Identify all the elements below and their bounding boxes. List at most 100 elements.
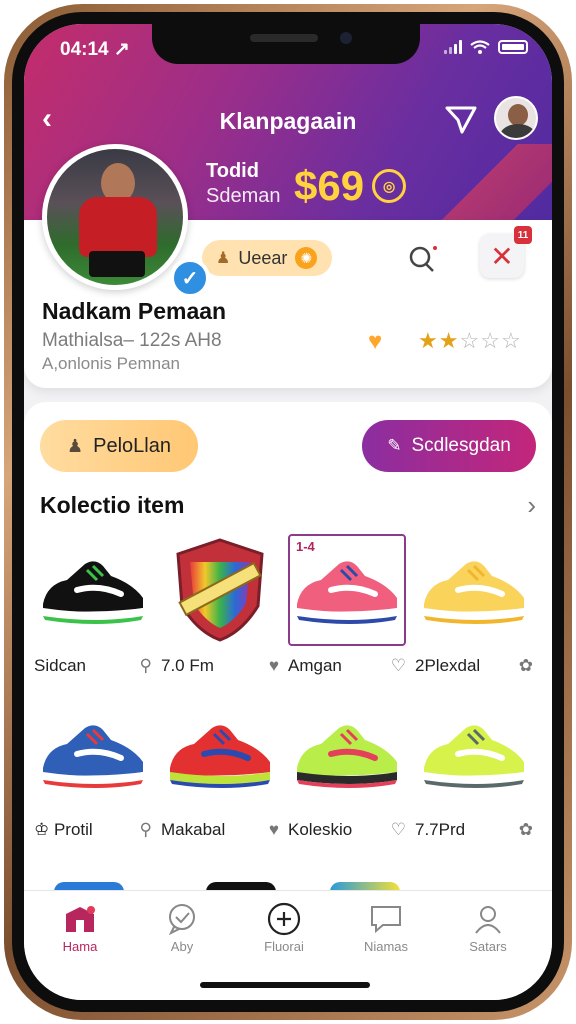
heart-outline-icon[interactable]: ♡ xyxy=(391,820,406,840)
item-label: 2Plexdal xyxy=(415,656,481,675)
nav-label: Fluorai xyxy=(264,939,304,954)
item-label: Koleskio xyxy=(288,820,353,839)
flower-icon[interactable]: ✿ xyxy=(519,656,533,676)
star-icon: ★ xyxy=(438,328,460,353)
nav-item-aby[interactable]: Aby xyxy=(132,903,232,954)
filter-icon[interactable] xyxy=(444,102,478,136)
secondary-action-label: Scdlesgdan xyxy=(411,435,511,456)
item-label-row: Sidcan ⚲ xyxy=(34,656,160,676)
collection-item[interactable]: Makabal ♥ xyxy=(161,698,288,839)
item-label: Sidcan xyxy=(34,656,86,675)
status-icons xyxy=(444,40,528,54)
wifi-icon xyxy=(470,40,490,54)
person-icon: ♟ xyxy=(67,435,84,456)
nav-label: Satars xyxy=(469,939,507,954)
collection-item[interactable]: 7.0 Fm ♥ xyxy=(161,534,288,675)
price-display: $69 ◎ xyxy=(294,162,407,210)
crest-badge-image xyxy=(161,534,279,646)
search-icon[interactable] xyxy=(406,242,440,276)
close-button[interactable]: ✕ 11 xyxy=(480,226,532,278)
close-badge: 11 xyxy=(514,226,532,244)
shop-icon xyxy=(30,903,130,935)
shoe-image xyxy=(161,698,279,810)
shoe-image xyxy=(34,698,152,810)
shoe-image: 1-4 xyxy=(288,534,406,646)
user-icon xyxy=(438,903,538,935)
item-label-row: 2Plexdal ✿ xyxy=(415,656,541,676)
star-icon: ☆ xyxy=(459,328,481,353)
message-icon xyxy=(336,903,436,935)
item-label-row: Koleskio ♡ xyxy=(288,820,414,840)
item-count-badge: 1-4 xyxy=(292,538,319,555)
nav-item-fluorai[interactable]: Fluorai xyxy=(234,902,334,954)
primary-action-button[interactable]: ♟ PeloLlan xyxy=(40,420,198,472)
chat-check-icon xyxy=(132,903,232,935)
stats-sublabel: Sdeman xyxy=(206,185,281,207)
favorite-heart-icon[interactable]: ♥ xyxy=(368,328,382,356)
item-label-row: Amgan ♡ xyxy=(288,656,414,676)
signal-icon xyxy=(444,40,462,54)
shoe-image xyxy=(415,534,533,646)
item-label-row: 7.7Prd ✿ xyxy=(415,820,541,840)
profile-name: Nadkam Pemaan xyxy=(42,298,227,324)
rating-stars: ★★☆☆☆ xyxy=(418,328,522,354)
profile-subtitle: Mathialsa– 122s AH8 xyxy=(42,330,222,351)
nav-item-satars[interactable]: Satars xyxy=(438,903,538,954)
star-icon: ☆ xyxy=(480,328,501,353)
item-label: 7.7Prd xyxy=(415,820,466,839)
collection-item[interactable]: Koleskio ♡ xyxy=(288,698,415,839)
shoe-image xyxy=(288,698,406,810)
heart-icon[interactable]: ♥ xyxy=(269,820,279,840)
collection-item[interactable]: ♔ Protil ⚲ xyxy=(34,698,161,839)
heart-icon[interactable]: ♥ xyxy=(269,656,279,676)
plus-circle-icon xyxy=(234,902,334,936)
star-icon: ★ xyxy=(418,328,439,353)
collection-item[interactable]: Sidcan ⚲ xyxy=(34,534,161,675)
profile-subtitle-2: A,onlonis Pemnan xyxy=(42,354,180,373)
heart-outline-icon[interactable]: ♡ xyxy=(391,656,406,676)
star-icon: ☆ xyxy=(500,328,522,353)
nav-label: Aby xyxy=(170,939,194,954)
sparkle-icon: ✺ xyxy=(295,247,318,269)
collection-item[interactable]: 2Plexdal ✿ xyxy=(415,534,542,675)
notch xyxy=(152,24,420,64)
nav-item-niamas[interactable]: Niamas xyxy=(336,903,436,954)
verified-check-icon: ✓ xyxy=(170,258,210,298)
screen: 04:14 ↗ ‹ Klanpagaain Todid Sdeman $69 ◎… xyxy=(24,24,552,1000)
battery-icon xyxy=(498,40,528,54)
coin-icon: ◎ xyxy=(372,169,407,203)
item-label-row: ♔ Protil ⚲ xyxy=(34,820,160,840)
primary-action-label: PeloLlan xyxy=(93,434,171,457)
collection-item[interactable]: 7.7Prd ✿ xyxy=(415,698,542,839)
nav-item-hama[interactable]: Hama xyxy=(30,903,130,954)
secondary-action-button[interactable]: ✎ Scdlesgdan xyxy=(362,420,536,472)
pin-icon[interactable]: ⚲ xyxy=(140,656,152,676)
shoe-image xyxy=(34,534,152,646)
item-label: ♔ Protil xyxy=(34,820,93,839)
item-label: Makabal xyxy=(161,820,226,839)
stats-label: Todid xyxy=(206,160,259,182)
profile-avatar[interactable] xyxy=(42,144,188,290)
content-panel: ♟ PeloLlan ✎ Scdlesgdan Kolectio item › … xyxy=(24,402,552,942)
item-label-row: 7.0 Fm ♥ xyxy=(161,656,287,676)
stats-block: Todid Sdeman xyxy=(206,160,281,208)
collection-item[interactable]: 1-4 Amgan ♡ xyxy=(288,534,415,675)
nav-label: Hama xyxy=(62,939,98,954)
close-icon: ✕ xyxy=(490,240,514,272)
item-label-row: Makabal ♥ xyxy=(161,820,287,840)
item-label: Amgan xyxy=(288,656,342,675)
user-pill[interactable]: ♟ Ueear ✺ xyxy=(202,240,332,276)
chevron-right-icon[interactable]: › xyxy=(527,490,536,521)
phone-frame: 04:14 ↗ ‹ Klanpagaain Todid Sdeman $69 ◎… xyxy=(4,4,572,1020)
home-indicator[interactable] xyxy=(200,982,370,988)
price-value: $69 xyxy=(294,162,365,209)
user-pill-label: Ueear xyxy=(238,247,288,268)
user-avatar[interactable] xyxy=(494,96,538,140)
person-icon: ♟ xyxy=(216,250,231,267)
top-bar: ‹ Klanpagaain xyxy=(24,94,552,144)
flower-icon[interactable]: ✿ xyxy=(519,820,533,840)
item-label: 7.0 Fm xyxy=(161,656,214,675)
nav-label: Niamas xyxy=(363,939,409,954)
edit-icon: ✎ xyxy=(387,436,402,455)
pin-icon[interactable]: ⚲ xyxy=(140,820,152,840)
